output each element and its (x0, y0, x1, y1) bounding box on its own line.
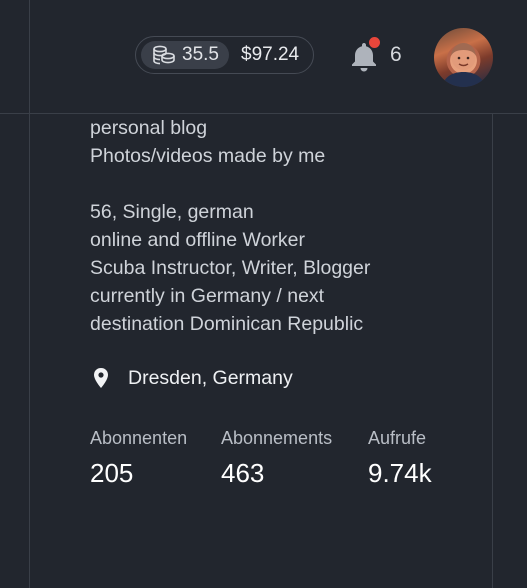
notification-count[interactable]: 6 (390, 43, 402, 67)
bio-line: 56, Single, german (90, 201, 254, 223)
right-divider (492, 114, 493, 588)
profile-bio: personal blog Photos/videos made by me 5… (90, 114, 490, 338)
stat-following[interactable]: Abonnements 463 (221, 428, 332, 489)
stat-value: 9.74k (368, 458, 432, 488)
stat-label: Abonnenten (90, 428, 188, 448)
profile-location: Dresden, Germany (90, 366, 293, 390)
coin-balance[interactable]: 35.5 (141, 41, 229, 69)
user-avatar[interactable] (434, 28, 493, 87)
bio-line: currently in Germany / next (90, 285, 325, 307)
stat-label: Abonnements (221, 428, 333, 448)
stat-label: Aufrufe (368, 428, 427, 448)
location-pin-icon (90, 366, 112, 390)
stat-value: 463 (221, 458, 265, 488)
coin-balance-value: 35.5 (182, 44, 219, 65)
location-text: Dresden, Germany (128, 366, 293, 389)
cash-balance-value[interactable]: $97.24 (241, 44, 299, 66)
stat-views: Aufrufe 9.74k (368, 428, 432, 489)
top-bar: 35.5 $97.24 6 (0, 0, 527, 114)
bio-line (90, 170, 490, 198)
bio-line: personal blog (90, 117, 208, 139)
coins-stack-icon (152, 44, 176, 66)
bio-line: Scuba Instructor, Writer, Blogger (90, 257, 371, 279)
bio-line: Photos/videos made by me (90, 145, 326, 167)
bio-line: destination Dominican Republic (90, 313, 364, 335)
stat-followers[interactable]: Abonnenten 205 (90, 428, 187, 489)
wallet-widget[interactable]: 35.5 $97.24 (135, 36, 314, 74)
bio-line: online and offline Worker (90, 229, 305, 251)
stat-value: 205 (90, 458, 134, 488)
unread-dot (368, 36, 381, 49)
